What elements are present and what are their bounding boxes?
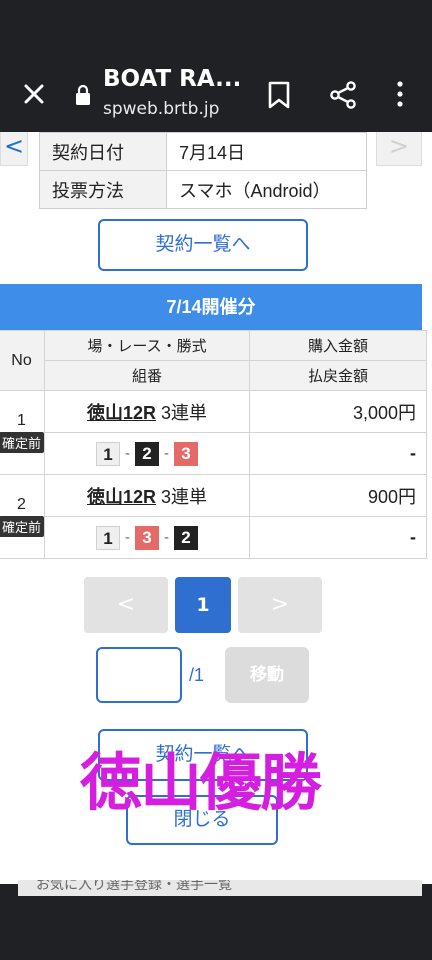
row-no-cell: 2 確定前 [0,474,46,559]
background-page-text: お気に入り選手登録・選手一覧 [36,880,232,893]
browser-toolbar: BOAT RA... spweb.brtb.jp [0,60,432,132]
info-value: 7月14日 [166,132,367,171]
move-button[interactable]: 移動 [225,647,309,703]
purchase-amount: 3,000円 [249,390,428,433]
status-badge: 確定前 [0,516,45,537]
combo-box: 1 [96,441,121,466]
combo-cell: 1 - 2 - 3 [44,432,251,475]
overlay-caption: 徳山優勝 [80,746,322,819]
combo-box: 3 [174,441,199,466]
table-row: 1 - 2 - 3 - [0,432,428,475]
bet-type: 3連単 [161,402,208,423]
refund-amount: - [249,432,428,475]
bet-type: 3連単 [161,486,208,507]
row-number: 1 [17,412,26,429]
race-link[interactable]: 徳山12R [87,403,156,423]
row-no-cell: 1 確定前 [0,390,46,475]
race-cell: 徳山12R 3連単 [44,474,251,517]
row-number: 2 [17,496,26,513]
purchase-amount: 900円 [249,474,428,517]
page-title: BOAT RA... [103,66,242,92]
background-page-peek: お気に入り選手登録・選手一覧 [18,880,422,896]
status-bar [0,0,432,60]
page-url[interactable]: spweb.brtb.jp [103,99,219,119]
combo-sep: - [125,445,131,462]
table-row: 1 - 3 - 2 - [0,516,428,559]
contract-info-table: 契約日付 7月14日 投票方法 スマホ（Android） [39,132,367,209]
info-label: 投票方法 [39,170,167,209]
header-purchase: 購入金額 [249,330,428,361]
contract-list-button[interactable]: 契約一覧へ [98,219,308,271]
page-number-input[interactable] [96,647,182,703]
next-day-button[interactable]: > [376,132,422,166]
race-cell: 徳山12R 3連単 [44,390,251,433]
bookmark-icon[interactable] [266,80,292,110]
info-label: 契約日付 [39,132,167,171]
lock-icon [76,84,90,105]
pagination-prev-button[interactable]: < [84,577,168,633]
page-total: /1 [189,665,205,685]
combo-box: 3 [135,525,160,550]
combo-box: 2 [135,441,160,466]
more-options-icon[interactable] [390,78,410,110]
header-refund: 払戻金額 [249,360,428,391]
pagination-next-button[interactable]: > [238,577,322,633]
combo-box: 2 [174,525,199,550]
close-icon[interactable] [18,78,50,110]
combo-box: 1 [96,525,121,550]
info-value: スマホ（Android） [166,170,367,209]
header-race: 場・レース・勝式 [44,330,251,361]
refund-amount: - [249,516,428,559]
status-badge: 確定前 [0,432,45,453]
pagination-current-page[interactable]: 1 [175,577,231,633]
combo-sep: - [164,529,170,546]
page-content: < > 契約日付 7月14日 投票方法 スマホ（Android） 契約一覧へ 7… [0,132,432,884]
combo-cell: 1 - 3 - 2 [44,516,251,559]
header-combo: 組番 [44,360,251,391]
prev-day-button[interactable]: < [0,132,28,166]
info-row: 投票方法 スマホ（Android） [39,170,367,209]
share-icon[interactable] [328,80,358,110]
combo-sep: - [164,445,170,462]
section-title: 7/14開催分 [0,284,422,330]
header-no: No [0,330,46,391]
race-link[interactable]: 徳山12R [87,487,156,507]
bet-table: No 場・レース・勝式 購入金額 組番 払戻金額 1 確定前 徳山12R 3連単… [0,330,428,559]
combo-sep: - [125,529,131,546]
table-row: 2 確定前 徳山12R 3連単 900円 [0,474,428,559]
table-row: 1 確定前 徳山12R 3連単 3,000円 [0,390,428,475]
info-row: 契約日付 7月14日 [39,132,367,171]
